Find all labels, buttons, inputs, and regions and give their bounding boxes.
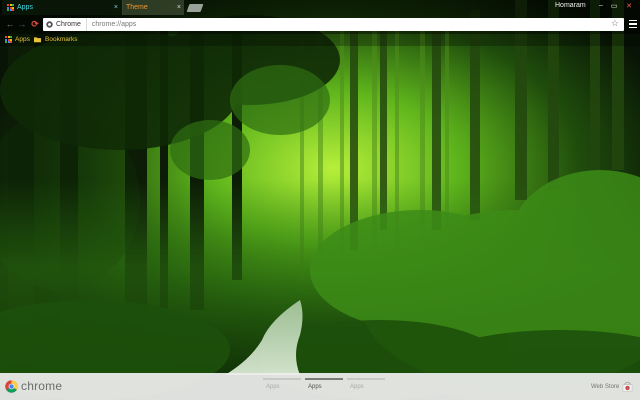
chrome-brand: chrome [5,379,62,393]
profile-name[interactable]: Homaram [555,2,586,9]
url-text[interactable]: chrome://apps [92,21,136,28]
page-label-active[interactable]: Apps [308,384,322,390]
page-label[interactable]: Apps [266,384,280,390]
address-bar[interactable]: Chrome chrome://apps ☆ [43,18,624,31]
site-chip-label: Chrome [56,21,81,28]
page-indicator[interactable] [347,378,385,380]
reload-icon[interactable]: ⟳ [29,18,41,30]
close-icon[interactable]: × [177,4,181,11]
page-label[interactable]: Apps [350,384,364,390]
bookmark-folder[interactable]: Bookmarks [34,36,78,43]
chrome-icon [46,21,53,28]
bookmark-label: Apps [15,36,30,43]
bookmark-label: Bookmarks [45,36,78,43]
apps-grid-icon [7,4,14,11]
tab-theme[interactable]: Theme × [122,0,184,15]
menu-icon[interactable] [628,18,638,30]
bookmark-apps[interactable]: Apps [5,36,30,43]
page-indicator[interactable] [263,378,301,380]
folder-icon [34,37,41,43]
apps-grid-icon [5,36,12,43]
webstore-icon[interactable] [622,382,633,392]
star-icon[interactable]: ☆ [611,18,619,29]
forward-icon[interactable]: → [16,18,28,30]
maximize-icon[interactable]: ▭ [609,2,619,10]
close-window-icon[interactable]: ✕ [624,2,634,10]
chrome-wordmark: chrome [21,379,63,393]
back-icon[interactable]: ← [4,18,16,30]
forest-background [0,0,640,400]
tab-apps[interactable]: Apps × [2,0,123,15]
webstore-link[interactable]: Web Store [591,384,619,390]
close-icon[interactable]: × [114,4,118,11]
new-tab-icon[interactable] [186,4,204,12]
page-indicator-active[interactable] [305,378,343,380]
tab-label: Apps [17,4,33,11]
apps-bottom-bar: chrome Apps Apps Apps Web Store [0,373,640,400]
minimize-icon[interactable]: – [596,2,606,9]
tab-label: Theme [126,4,148,11]
site-chip[interactable]: Chrome [43,18,87,31]
chrome-logo-icon [5,379,18,393]
bookmarks-bar [0,34,640,46]
